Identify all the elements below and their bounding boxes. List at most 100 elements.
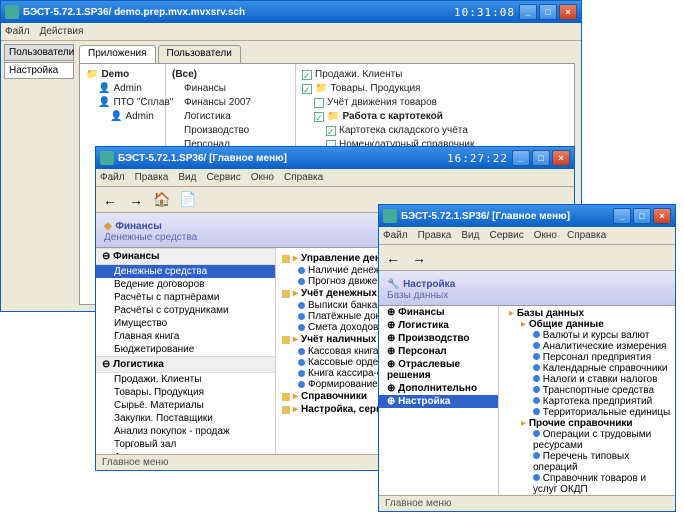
content-item[interactable]: Транспортные средства <box>503 385 671 396</box>
nav-item[interactable]: Анализ покупок - продаж <box>96 425 275 438</box>
tree-node[interactable]: Картотека складского учёта <box>302 124 568 138</box>
checkbox-icon[interactable] <box>302 70 312 80</box>
forward-icon[interactable]: → <box>409 248 429 268</box>
menu-item[interactable]: Справка <box>284 172 323 183</box>
nav-group[interactable]: ⊕ Персонал <box>379 345 498 358</box>
maximize-button[interactable]: □ <box>532 150 550 166</box>
maximize-button[interactable]: □ <box>539 4 557 20</box>
tree-node[interactable]: (Все) <box>172 68 289 82</box>
tree-node[interactable]: Продажи. Клиенты <box>302 68 568 82</box>
checkbox-icon[interactable] <box>314 112 324 122</box>
checkbox-icon[interactable] <box>314 98 324 108</box>
nav-item[interactable]: Продажи. Клиенты <box>96 373 275 386</box>
menu-item[interactable]: Правка <box>135 172 169 183</box>
side-tab[interactable]: Настройка <box>4 62 74 79</box>
tree-node[interactable]: Учёт движения товаров <box>302 96 568 110</box>
nav-group[interactable]: ⊖ Логистика <box>96 356 275 373</box>
content-item[interactable]: Валюты и курсы валют <box>503 330 671 341</box>
close-button[interactable]: × <box>653 208 671 224</box>
menu-item[interactable]: Файл <box>100 172 125 183</box>
nav-item[interactable]: Торговый зал <box>96 438 275 451</box>
bullet-icon <box>298 278 305 285</box>
nav-group[interactable]: ⊕ Логистика <box>379 319 498 332</box>
content-item[interactable]: Календарные справочники <box>503 363 671 374</box>
tree-node[interactable]: 👤Admin <box>86 82 159 96</box>
tree-node[interactable]: 📁Работа с картотекой <box>302 110 568 124</box>
toolbar-button[interactable]: 🏠 <box>152 190 172 210</box>
menu-item[interactable]: Окно <box>534 230 557 241</box>
nav-group[interactable]: ⊕ Производство <box>379 332 498 345</box>
clock: 16:27:22 <box>447 152 508 165</box>
bullet-icon <box>533 474 540 481</box>
tree-node[interactable]: Финансы 2007 <box>172 96 289 110</box>
content-item[interactable]: Аналитические измерения <box>503 341 671 352</box>
content-item[interactable]: Перечень типовых операций <box>503 451 671 473</box>
nav-item[interactable]: Товары. Продукция <box>96 386 275 399</box>
tree-node[interactable]: Производство <box>172 124 289 138</box>
toolbar-button[interactable]: ← <box>100 190 120 210</box>
nav-item[interactable]: Главная книга <box>96 330 275 343</box>
menu-item[interactable]: Окно <box>251 172 274 183</box>
nav-item[interactable]: Закупки. Поставщики <box>96 412 275 425</box>
nav-panel[interactable]: ⊕ Финансы⊕ Логистика⊕ Производство⊕ Перс… <box>379 306 499 495</box>
content-item[interactable]: Операции с трудовыми ресурсами <box>503 429 671 451</box>
tree-node[interactable]: 📁Товары. Продукция <box>302 82 568 96</box>
content-item[interactable]: Территориальные единицы <box>503 407 671 418</box>
tree-node[interactable]: 📁Demo <box>86 68 159 82</box>
titlebar[interactable]: БЭСТ-5.72.1.SP36/ demo.prep.mvx.mvxsrv.s… <box>1 1 581 23</box>
nav-item[interactable]: Расчёты с сотрудниками <box>96 304 275 317</box>
content-item[interactable]: Налоги и ставки налогов <box>503 374 671 385</box>
content-item[interactable]: Персонал предприятия <box>503 352 671 363</box>
menu-item[interactable]: Правка <box>418 230 452 241</box>
content-item[interactable]: Справочник товаров и услуг ОКДП <box>503 473 671 495</box>
tree-node[interactable]: Финансы <box>172 82 289 96</box>
menu-item[interactable]: Файл <box>5 26 30 37</box>
content-item[interactable]: Картотека предприятий <box>503 396 671 407</box>
menu-item[interactable]: Действия <box>40 26 84 37</box>
tab[interactable]: Приложения <box>79 45 156 63</box>
side-tab[interactable]: Пользователи <box>4 44 74 61</box>
menu-item[interactable]: Вид <box>178 172 196 183</box>
content-group[interactable]: ▸ Общие данные <box>503 319 671 330</box>
nav-item[interactable]: Расчёты с партнёрами <box>96 291 275 304</box>
menu-item[interactable]: Вид <box>461 230 479 241</box>
maximize-button[interactable]: □ <box>633 208 651 224</box>
nav-group[interactable]: ⊕ Настройка <box>379 395 498 408</box>
minimize-button[interactable]: _ <box>512 150 530 166</box>
nav-item[interactable]: Сырьё. Материалы <box>96 399 275 412</box>
checkbox-icon[interactable] <box>302 84 312 94</box>
tab[interactable]: Пользователи <box>158 45 241 63</box>
menu-item[interactable]: Сервис <box>206 172 240 183</box>
window-title: БЭСТ-5.72.1.SP36/ [Главное меню] <box>401 211 609 222</box>
minimize-button[interactable]: _ <box>613 208 631 224</box>
nav-panel[interactable]: ⊖ ФинансыДенежные средстваВедение догово… <box>96 248 276 454</box>
nav-item[interactable]: Ведение договоров <box>96 278 275 291</box>
content-group[interactable]: ▸ Базы данных <box>503 308 671 319</box>
menu-item[interactable]: Файл <box>383 230 408 241</box>
folder-icon: ▸ <box>293 391 298 402</box>
tree-node[interactable]: Логистика <box>172 110 289 124</box>
minimize-button[interactable]: _ <box>519 4 537 20</box>
titlebar[interactable]: БЭСТ-5.72.1.SP36/ [Главное меню] _ □ × <box>379 205 675 227</box>
tree-node[interactable]: 👤Admin <box>86 110 159 124</box>
nav-item[interactable]: Денежные средства <box>96 265 275 278</box>
back-icon[interactable]: ← <box>383 248 403 268</box>
nav-group[interactable]: ⊕ Финансы <box>379 306 498 319</box>
menu-item[interactable]: Сервис <box>489 230 523 241</box>
main-panel[interactable]: ▸ Базы данных▸ Общие данные Валюты и кур… <box>499 306 675 495</box>
close-button[interactable]: × <box>559 4 577 20</box>
nav-group[interactable]: ⊕ Отраслевые решения <box>379 358 498 382</box>
bullet-icon <box>533 364 540 371</box>
nav-item[interactable]: Имущество <box>96 317 275 330</box>
nav-group[interactable]: ⊕ Дополнительно <box>379 382 498 395</box>
close-button[interactable]: × <box>552 150 570 166</box>
titlebar[interactable]: БЭСТ-5.72.1.SP36/ [Главное меню] 16:27:2… <box>96 147 574 169</box>
menu-item[interactable]: Справка <box>567 230 606 241</box>
nav-item[interactable]: Бюджетирование <box>96 343 275 356</box>
nav-group[interactable]: ⊖ Финансы <box>96 248 275 265</box>
toolbar-button[interactable]: → <box>126 190 146 210</box>
toolbar-button[interactable]: 📄 <box>178 190 198 210</box>
checkbox-icon[interactable] <box>326 126 336 136</box>
content-group[interactable]: ▸ Прочие справочники <box>503 418 671 429</box>
tree-node[interactable]: 👤ПТО "Сплав" <box>86 96 159 110</box>
